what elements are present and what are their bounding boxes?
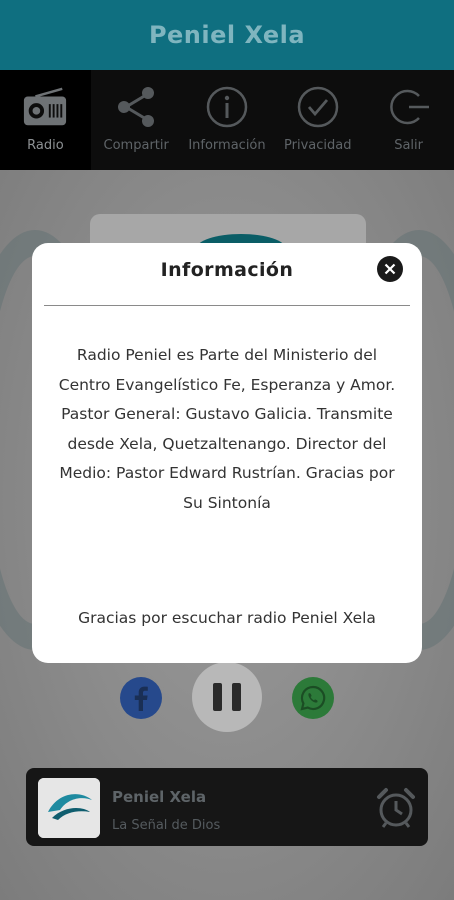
info-icon — [204, 84, 250, 130]
now-playing-bar[interactable]: Peniel Xela La Señal de Dios — [26, 768, 428, 846]
toolbar: Radio Compartir Información Privacidad S… — [0, 70, 454, 170]
app-title: Peniel Xela — [148, 21, 306, 49]
check-circle-icon — [295, 84, 341, 130]
pause-icon — [232, 683, 241, 711]
share-icon — [113, 84, 159, 130]
tab-privacy[interactable]: Privacidad — [272, 70, 363, 170]
exit-icon — [386, 84, 432, 130]
tab-radio[interactable]: Radio — [0, 70, 91, 170]
facebook-button[interactable] — [120, 677, 162, 719]
dialog-title: Información — [160, 259, 294, 281]
tab-info[interactable]: Información — [182, 70, 273, 170]
radio-icon — [22, 84, 68, 130]
dialog-divider — [44, 305, 410, 306]
app-bar: Peniel Xela — [0, 0, 454, 70]
tab-privacy-label: Privacidad — [284, 138, 352, 153]
tab-exit[interactable]: Salir — [363, 70, 454, 170]
facebook-icon — [134, 686, 148, 711]
tab-share[interactable]: Compartir — [91, 70, 182, 170]
station-slogan: La Señal de Dios — [112, 818, 221, 833]
station-name: Peniel Xela — [112, 788, 207, 806]
info-dialog: Información Radio Peniel es Parte del Mi… — [32, 243, 422, 663]
dialog-thanks: Gracias por escuchar radio Peniel Xela — [78, 609, 376, 627]
tab-exit-label: Salir — [394, 138, 423, 153]
alarm-clock-icon[interactable] — [374, 786, 418, 830]
close-icon — [384, 263, 396, 275]
pause-icon — [213, 683, 222, 711]
pause-button[interactable] — [192, 662, 262, 732]
station-logo — [38, 778, 100, 838]
tab-info-label: Información — [188, 138, 266, 153]
tab-radio-label: Radio — [27, 138, 64, 153]
whatsapp-icon — [300, 685, 326, 711]
dialog-body: Radio Peniel es Parte del Ministerio del… — [58, 346, 396, 512]
close-button[interactable] — [377, 256, 403, 282]
whatsapp-button[interactable] — [292, 677, 334, 719]
tab-share-label: Compartir — [103, 138, 169, 153]
playback-controls — [0, 662, 454, 734]
